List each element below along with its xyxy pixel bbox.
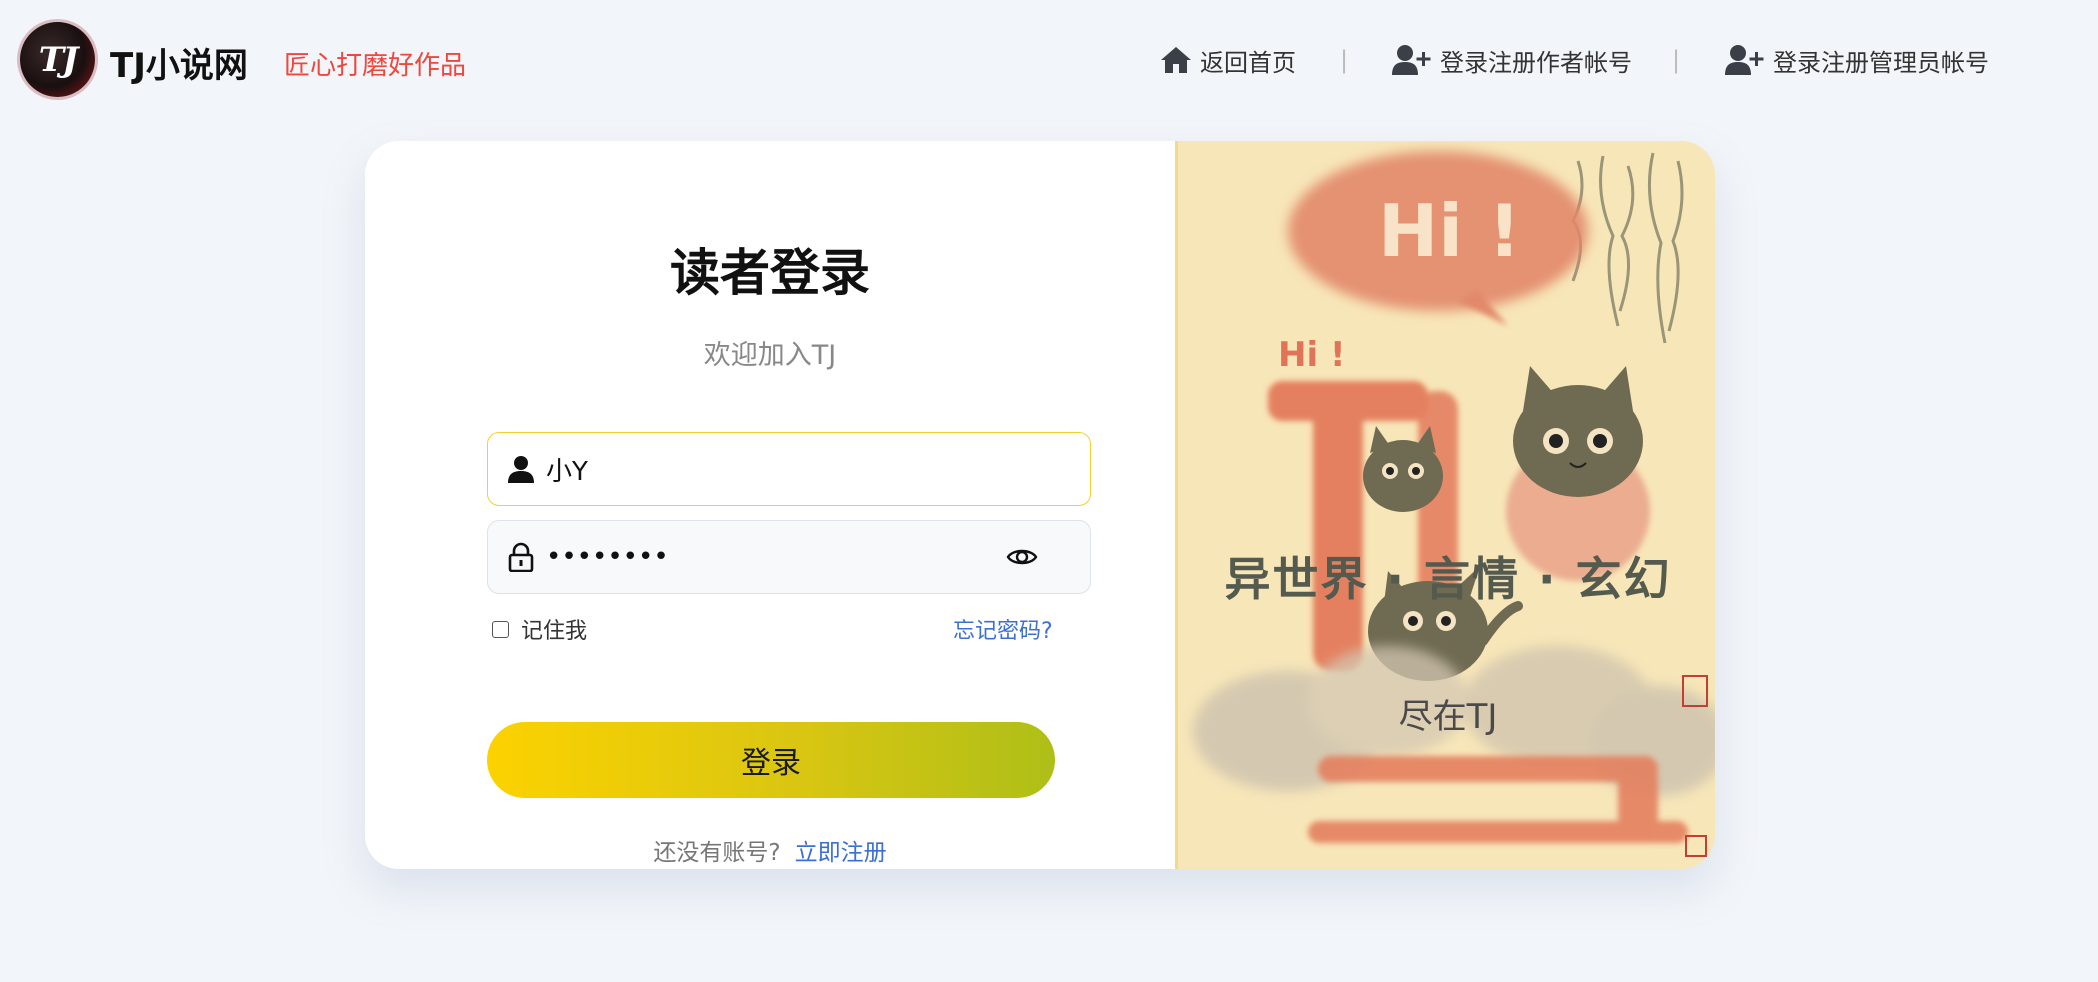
login-button[interactable]: 登录 — [487, 722, 1055, 798]
username-input[interactable] — [546, 433, 1016, 505]
nav-home-label: 返回首页 — [1200, 48, 1296, 77]
promo-art-panel: Hi ! Hi ! 异世界 · 言情 · 玄幻 尽在TJ — [1175, 141, 1715, 869]
user-icon — [508, 456, 534, 483]
login-title: 读者登录 — [670, 244, 870, 302]
home-icon — [1161, 47, 1191, 73]
nav-separator-1: | — [1340, 46, 1349, 74]
nav-admin-account[interactable]: 登录注册管理员帐号 — [1725, 40, 1989, 80]
ink-cat-illustration: Hi ! Hi ! — [1178, 141, 1715, 869]
no-account-text: 还没有账号? — [653, 840, 781, 866]
remember-me[interactable]: 记住我 — [492, 613, 587, 645]
register-prompt: 还没有账号? 立即注册 — [365, 833, 1175, 867]
nav-admin-label: 登录注册管理员帐号 — [1773, 48, 1989, 77]
user-plus-icon — [1725, 45, 1764, 75]
password-field[interactable] — [487, 520, 1091, 594]
nav-author-account[interactable]: 登录注册作者帐号 — [1392, 40, 1632, 80]
login-form-panel: 读者登录 欢迎加入TJ 记住我 忘记密码? — [365, 141, 1175, 869]
bubble-text-large: Hi ! — [1378, 189, 1521, 273]
genre-list: 异世界 · 言情 · 玄幻 — [1224, 552, 1672, 606]
nav-separator-2: | — [1672, 46, 1681, 74]
site-logo[interactable]: TJ — [20, 22, 95, 97]
forgot-password-link[interactable]: 忘记密码? — [953, 613, 1053, 645]
nav-author-label: 登录注册作者帐号 — [1440, 48, 1632, 77]
nav-home[interactable]: 返回首页 — [1160, 40, 1296, 80]
site-slogan: 匠心打磨好作品 — [284, 51, 467, 81]
lock-icon — [508, 542, 534, 572]
site-name[interactable]: TJ小说网 — [110, 38, 248, 87]
remember-me-checkbox[interactable] — [492, 620, 509, 638]
logo-text: TJ — [38, 39, 78, 80]
login-card: 读者登录 欢迎加入TJ 记住我 忘记密码? — [365, 141, 1715, 869]
remember-me-label: 记住我 — [521, 619, 588, 644]
register-link[interactable]: 立即注册 — [795, 840, 887, 866]
password-input[interactable] — [546, 521, 1016, 593]
promo-tagline: 尽在TJ — [1398, 697, 1498, 737]
top-header: TJ TJ小说网 匠心打磨好作品 返回首页 | 登录注册作者帐号 | 登录注册管… — [0, 0, 2098, 120]
bubble-text-small: Hi ! — [1278, 335, 1345, 375]
user-plus-icon — [1392, 45, 1431, 75]
username-field[interactable] — [487, 432, 1091, 506]
show-password-icon[interactable] — [1006, 546, 1038, 568]
login-subtitle: 欢迎加入TJ — [703, 340, 837, 371]
